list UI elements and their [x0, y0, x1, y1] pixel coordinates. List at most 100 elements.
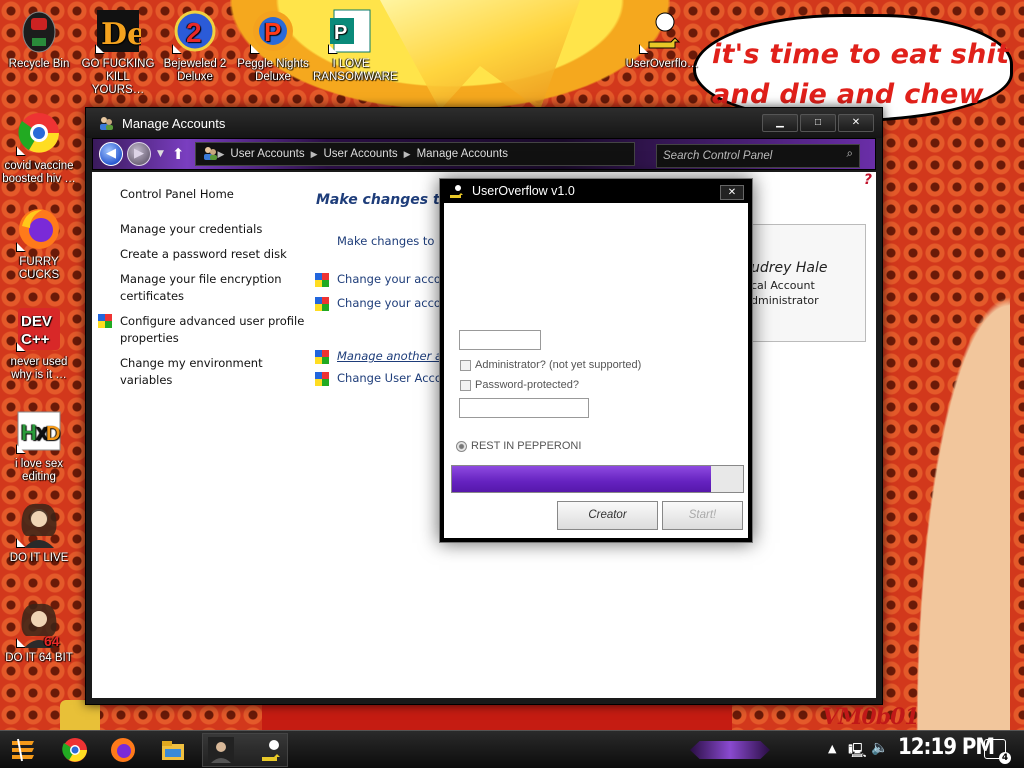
- sidebar-item-environment[interactable]: Change my environment variables: [120, 355, 310, 389]
- desktop-icon-label: DO IT 64 BIT: [5, 652, 73, 664]
- taskbar-explorer-icon[interactable]: [158, 735, 188, 765]
- user-name: udrey Hale: [751, 260, 828, 276]
- password-checkbox[interactable]: [460, 379, 471, 391]
- desktop-icon-recycle-bin[interactable]: Recycle Bin: [1, 8, 77, 71]
- svg-text:P: P: [334, 22, 347, 44]
- minimize-button[interactable]: ▁: [762, 114, 798, 132]
- speech-bubble: it's time to eat shit and die and chew: [693, 14, 1013, 122]
- taskbar-firefox-icon[interactable]: [108, 735, 138, 765]
- dialog-title: UserOverflow v1.0: [472, 184, 575, 198]
- desktop-icon-hxd[interactable]: HXD i love sex editing: [1, 408, 77, 484]
- control-panel-icon: [202, 145, 218, 164]
- volume-icon[interactable]: 🔈: [871, 740, 888, 756]
- sidebar: Control Panel Home Manage your credentia…: [98, 186, 310, 397]
- window-title-bar[interactable]: Manage Accounts ▁ □ ✕: [86, 108, 882, 138]
- start-button-icon[interactable]: [8, 735, 38, 765]
- link-manage-another-account[interactable]: Manage another acc: [315, 349, 455, 364]
- hxd-icon: HXD: [16, 408, 62, 454]
- publisher-icon: P: [328, 8, 374, 54]
- username-input[interactable]: [459, 330, 541, 350]
- firefox-icon: [16, 206, 62, 252]
- user-account-type: cal Account: [751, 279, 815, 292]
- rest-in-pepperoni-radio[interactable]: [456, 440, 467, 452]
- desktop-icon-bejeweled[interactable]: 2 Bejeweled 2 Deluxe: [157, 8, 233, 84]
- sidebar-item-profile-properties[interactable]: Configure advanced user profile properti…: [98, 313, 310, 347]
- desktop-icon-label: GO FUCKING KILL YOURS…: [81, 58, 155, 96]
- desktop-icon-die[interactable]: De GO FUCKING KILL YOURS…: [80, 8, 156, 97]
- chrome-icon: [16, 110, 62, 156]
- svg-text:C++: C++: [21, 331, 50, 348]
- close-button[interactable]: ✕: [720, 185, 744, 200]
- password-checkbox-row[interactable]: Password-protected?: [460, 379, 579, 391]
- bejeweled-icon: 2: [172, 8, 218, 54]
- close-button[interactable]: ✕: [838, 114, 874, 132]
- search-icon[interactable]: ⌕: [847, 148, 853, 161]
- window-title: Manage Accounts: [122, 115, 226, 131]
- svg-text:P: P: [264, 17, 281, 47]
- devcpp-icon: DEV C++: [16, 306, 62, 352]
- address-bar[interactable]: ▶ User Accounts ▶ User Accounts ▶ Manage…: [194, 142, 635, 166]
- taskbar-portrait-icon[interactable]: [206, 735, 236, 765]
- shield-icon: [315, 297, 329, 311]
- desktop-icon-label: UserOverflo…: [625, 58, 699, 70]
- desktop-icon-devcpp[interactable]: DEV C++ never used why is it …: [1, 306, 77, 382]
- useroverflow-dialog[interactable]: UserOverflow v1.0 ✕ Administrator? (not …: [439, 178, 753, 543]
- search-placeholder: Search Control Panel: [663, 150, 773, 162]
- up-arrow-icon[interactable]: ⬆: [172, 145, 185, 163]
- taskbar-useroverflow-icon[interactable]: [256, 735, 286, 765]
- desktop-icon-do-it-64[interactable]: 64 DO IT 64 BIT: [1, 602, 77, 665]
- breadcrumb-manage-accounts[interactable]: Manage Accounts: [417, 148, 508, 160]
- taskbar-decoration: [690, 741, 770, 759]
- link-label: Change User Accou: [337, 371, 450, 385]
- show-hidden-icons-icon[interactable]: ▲: [828, 742, 836, 755]
- desktop-icon-peggle[interactable]: P Peggle Nights Deluxe: [235, 8, 311, 84]
- useroverflow-icon: [639, 8, 685, 54]
- admin-checkbox[interactable]: [460, 359, 471, 371]
- desktop-icon-ransomware[interactable]: P I LOVE RANSOMWARE: [313, 8, 398, 84]
- svg-text:DEV: DEV: [21, 313, 52, 330]
- link-label: Change your accou: [337, 296, 449, 310]
- link-label: Change your accou: [337, 272, 449, 286]
- progress-bar: [451, 465, 744, 493]
- maximize-button[interactable]: □: [800, 114, 836, 132]
- breadcrumb-separator: ▶: [310, 148, 318, 159]
- link-make-changes[interactable]: Make changes to m: [337, 234, 449, 248]
- desktop-icon-chrome[interactable]: covid vaccine boosted hiv …: [1, 110, 77, 186]
- breadcrumb-user-accounts[interactable]: User Accounts: [230, 148, 304, 160]
- taskbar-clock[interactable]: 12:19 PM: [898, 735, 995, 760]
- svg-text:D: D: [46, 423, 60, 445]
- link-change-uac[interactable]: Change User Accou: [315, 371, 450, 386]
- wallpaper-character: [880, 130, 1010, 730]
- network-icon[interactable]: 🖳: [848, 740, 867, 764]
- admin-checkbox-row[interactable]: Administrator? (not yet supported): [460, 359, 641, 371]
- useroverflow-icon: [448, 183, 464, 199]
- recent-pages-icon[interactable]: ▼: [157, 149, 164, 159]
- help-icon[interactable]: ?: [864, 172, 872, 188]
- back-arrow-icon[interactable]: ◀: [99, 142, 123, 166]
- search-input[interactable]: Search Control Panel ⌕: [656, 144, 860, 168]
- desktop-icon-label: FURRY CUCKS: [18, 256, 60, 281]
- desktop-icon-firefox[interactable]: FURRY CUCKS: [1, 206, 77, 282]
- creator-button[interactable]: Creator: [557, 501, 658, 530]
- svg-text:64: 64: [44, 633, 60, 648]
- notification-icon[interactable]: 4: [984, 739, 1011, 764]
- link-change-account-1[interactable]: Change your accou: [315, 272, 449, 287]
- dialog-title-bar[interactable]: UserOverflow v1.0: [440, 179, 752, 203]
- sidebar-item-password-reset[interactable]: Create a password reset disk: [120, 246, 310, 263]
- desktop-icon-do-it-live[interactable]: DO IT LIVE: [1, 502, 77, 565]
- sidebar-item-control-panel-home[interactable]: Control Panel Home: [120, 186, 310, 203]
- desktop-icon-label: i love sex editing: [15, 458, 63, 483]
- sidebar-item-encryption[interactable]: Manage your file encryption certificates: [120, 271, 310, 305]
- breadcrumb-user-accounts-sub[interactable]: User Accounts: [324, 148, 398, 160]
- breadcrumb-separator: ▶: [403, 148, 411, 159]
- start-button[interactable]: Start!: [662, 501, 743, 530]
- sidebar-item-credentials[interactable]: Manage your credentials: [120, 221, 310, 238]
- desktop-icon-useroverflow[interactable]: UserOverflo…: [624, 8, 700, 71]
- radio-row[interactable]: REST IN PEPPERONI: [456, 440, 581, 452]
- forward-arrow-icon[interactable]: ▶: [127, 142, 151, 166]
- shield-icon: [315, 372, 329, 386]
- password-input[interactable]: [459, 398, 589, 418]
- svg-text:De: De: [101, 17, 141, 52]
- link-change-account-2[interactable]: Change your accou: [315, 296, 449, 311]
- taskbar-chrome-icon[interactable]: [60, 735, 90, 765]
